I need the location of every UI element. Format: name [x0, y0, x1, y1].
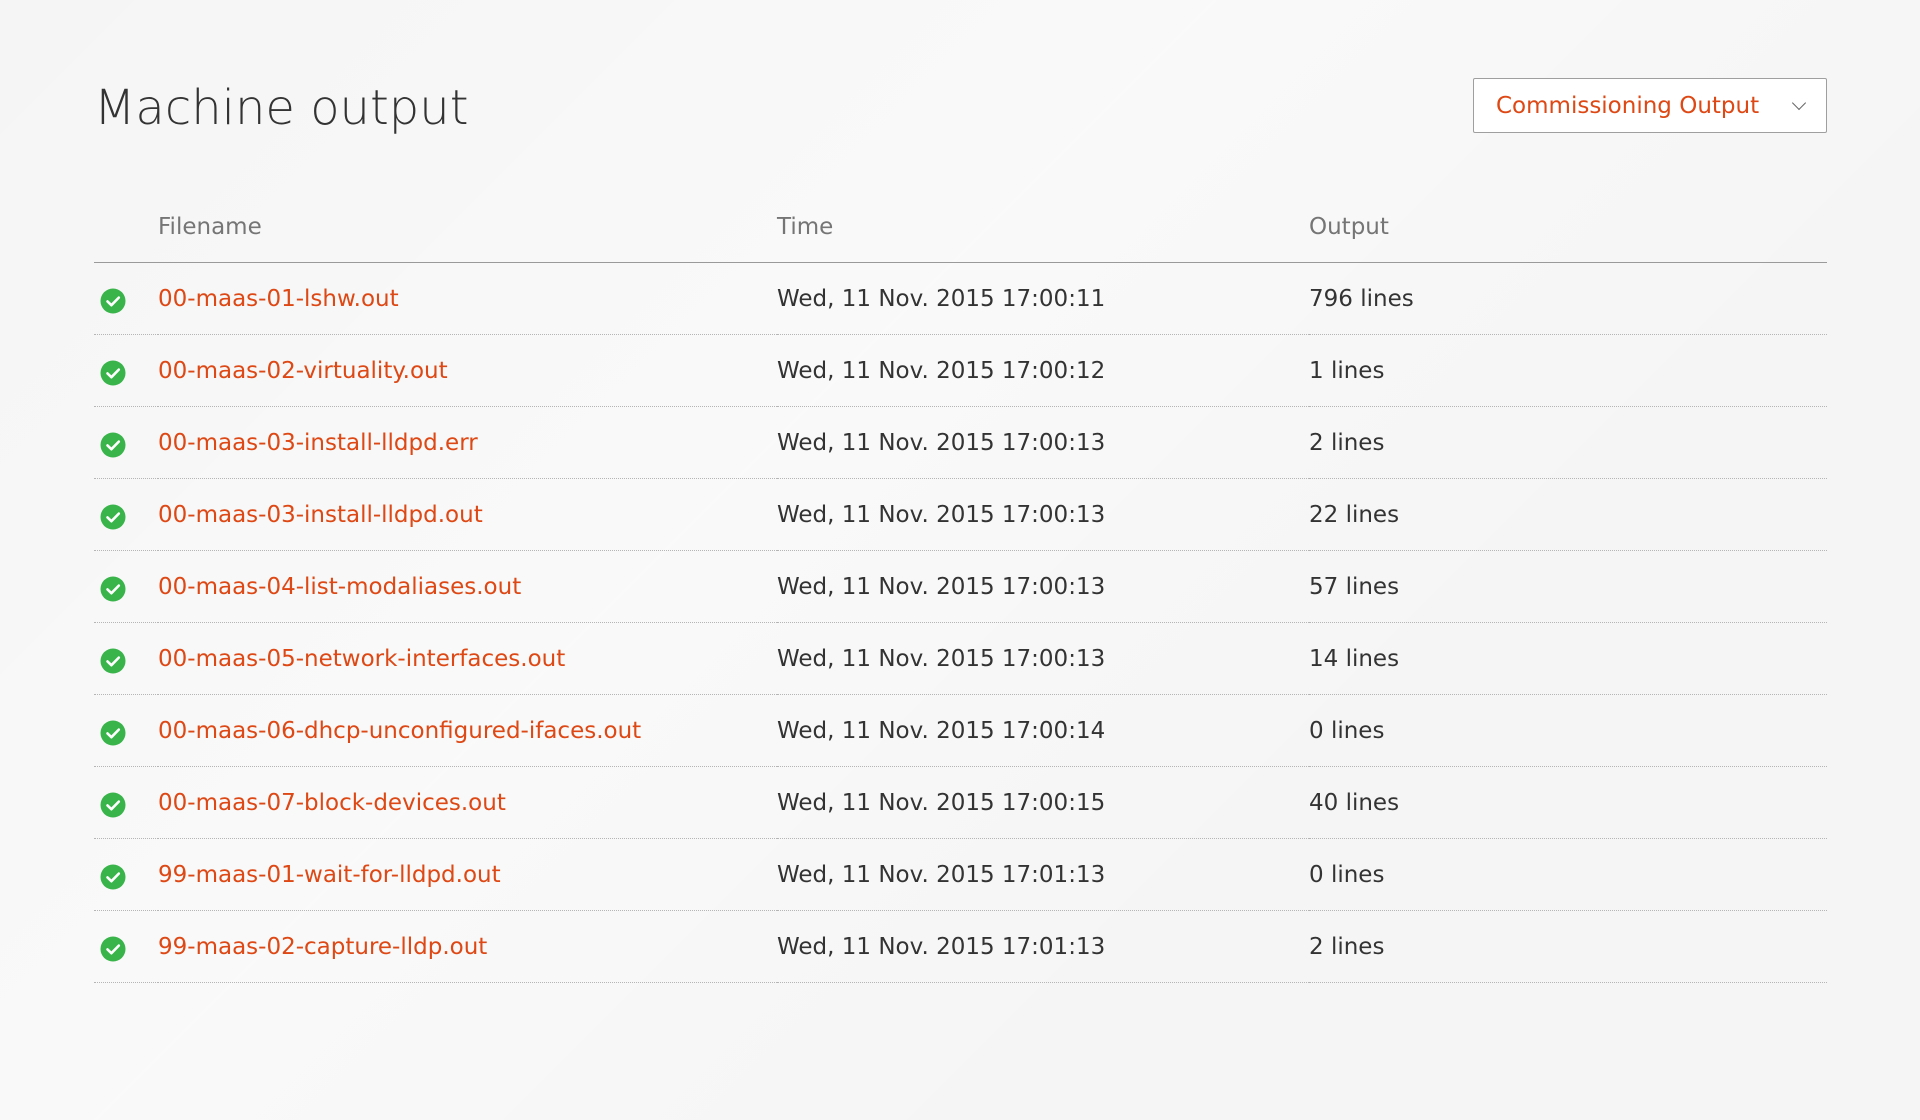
- table-row: 00-maas-01-lshw.out Wed, 11 Nov. 2015 17…: [94, 262, 1827, 335]
- status-cell: [94, 622, 158, 695]
- filename-link[interactable]: 00-maas-06-dhcp-unconfigured-ifaces.out: [158, 718, 641, 744]
- status-cell: [94, 838, 158, 911]
- filename-cell: 00-maas-04-list-modaliases.out: [158, 550, 777, 623]
- filename-cell: 00-maas-01-lshw.out: [158, 262, 777, 335]
- time-cell: Wed, 11 Nov. 2015 17:00:13: [777, 622, 1309, 695]
- machine-output-panel: Machine output Commissioning Output File…: [94, 0, 1827, 1120]
- output-cell: 0 lines: [1309, 838, 1827, 911]
- status-cell: [94, 694, 158, 767]
- filename-cell: 00-maas-03-install-lldpd.err: [158, 406, 777, 479]
- output-column-header: Output: [1309, 192, 1827, 263]
- filename-cell: 00-maas-02-virtuality.out: [158, 334, 777, 407]
- table-row: 99-maas-02-capture-lldp.out Wed, 11 Nov.…: [94, 910, 1827, 983]
- filename-link[interactable]: 00-maas-02-virtuality.out: [158, 358, 448, 384]
- table-row: 00-maas-03-install-lldpd.out Wed, 11 Nov…: [94, 478, 1827, 551]
- output-type-select-value: Commissioning Output: [1496, 92, 1760, 119]
- filename-cell: 00-maas-07-block-devices.out: [158, 766, 777, 839]
- filename-link[interactable]: 00-maas-03-install-lldpd.err: [158, 430, 478, 456]
- output-cell: 796 lines: [1309, 262, 1827, 335]
- output-cell: 40 lines: [1309, 766, 1827, 839]
- filename-column-header: Filename: [158, 192, 777, 263]
- time-cell: Wed, 11 Nov. 2015 17:00:11: [777, 262, 1309, 335]
- status-cell: [94, 550, 158, 623]
- time-cell: Wed, 11 Nov. 2015 17:00:15: [777, 766, 1309, 839]
- time-cell: Wed, 11 Nov. 2015 17:00:14: [777, 694, 1309, 767]
- status-column-header: [94, 192, 158, 263]
- time-cell: Wed, 11 Nov. 2015 17:00:12: [777, 334, 1309, 407]
- time-cell: Wed, 11 Nov. 2015 17:00:13: [777, 478, 1309, 551]
- table-row: 00-maas-06-dhcp-unconfigured-ifaces.out …: [94, 694, 1827, 767]
- check-circle-icon: [100, 288, 126, 313]
- table-body: 00-maas-01-lshw.out Wed, 11 Nov. 2015 17…: [94, 262, 1827, 983]
- status-cell: [94, 406, 158, 479]
- check-circle-icon: [100, 936, 126, 961]
- filename-link[interactable]: 00-maas-01-lshw.out: [158, 286, 399, 312]
- filename-link[interactable]: 99-maas-01-wait-for-lldpd.out: [158, 862, 501, 888]
- status-cell: [94, 766, 158, 839]
- filename-cell: 00-maas-05-network-interfaces.out: [158, 622, 777, 695]
- output-table: Filename Time Output 00-maas-01-lshw.out…: [94, 192, 1827, 983]
- output-cell: 57 lines: [1309, 550, 1827, 623]
- output-cell: 22 lines: [1309, 478, 1827, 551]
- filename-link[interactable]: 99-maas-02-capture-lldp.out: [158, 934, 487, 960]
- output-cell: 1 lines: [1309, 334, 1827, 407]
- table-row: 00-maas-07-block-devices.out Wed, 11 Nov…: [94, 766, 1827, 839]
- time-cell: Wed, 11 Nov. 2015 17:01:13: [777, 910, 1309, 983]
- filename-link[interactable]: 00-maas-03-install-lldpd.out: [158, 502, 483, 528]
- table-row: 00-maas-04-list-modaliases.out Wed, 11 N…: [94, 550, 1827, 623]
- check-circle-icon: [100, 360, 126, 385]
- filename-cell: 00-maas-06-dhcp-unconfigured-ifaces.out: [158, 694, 777, 767]
- check-circle-icon: [100, 720, 126, 745]
- status-cell: [94, 334, 158, 407]
- table-header-row: Filename Time Output: [94, 192, 1827, 263]
- time-cell: Wed, 11 Nov. 2015 17:00:13: [777, 550, 1309, 623]
- status-cell: [94, 910, 158, 983]
- check-circle-icon: [100, 648, 126, 673]
- table-row: 99-maas-01-wait-for-lldpd.out Wed, 11 No…: [94, 838, 1827, 911]
- output-cell: 2 lines: [1309, 910, 1827, 983]
- check-circle-icon: [100, 864, 126, 889]
- filename-link[interactable]: 00-maas-04-list-modaliases.out: [158, 574, 521, 600]
- table-row: 00-maas-05-network-interfaces.out Wed, 1…: [94, 622, 1827, 695]
- filename-cell: 99-maas-01-wait-for-lldpd.out: [158, 838, 777, 911]
- time-cell: Wed, 11 Nov. 2015 17:00:13: [777, 406, 1309, 479]
- status-cell: [94, 262, 158, 335]
- filename-cell: 00-maas-03-install-lldpd.out: [158, 478, 777, 551]
- filename-cell: 99-maas-02-capture-lldp.out: [158, 910, 777, 983]
- status-cell: [94, 478, 158, 551]
- filename-link[interactable]: 00-maas-07-block-devices.out: [158, 790, 506, 816]
- time-cell: Wed, 11 Nov. 2015 17:01:13: [777, 838, 1309, 911]
- filename-link[interactable]: 00-maas-05-network-interfaces.out: [158, 646, 565, 672]
- output-type-select[interactable]: Commissioning Output: [1473, 78, 1827, 133]
- check-circle-icon: [100, 504, 126, 529]
- chevron-down-icon: [1791, 95, 1807, 110]
- table-row: 00-maas-02-virtuality.out Wed, 11 Nov. 2…: [94, 334, 1827, 407]
- output-cell: 14 lines: [1309, 622, 1827, 695]
- check-circle-icon: [100, 432, 126, 457]
- table-row: 00-maas-03-install-lldpd.err Wed, 11 Nov…: [94, 406, 1827, 479]
- output-cell: 2 lines: [1309, 406, 1827, 479]
- page-title: Machine output: [94, 80, 469, 136]
- check-circle-icon: [100, 792, 126, 817]
- output-cell: 0 lines: [1309, 694, 1827, 767]
- check-circle-icon: [100, 576, 126, 601]
- time-column-header: Time: [777, 192, 1309, 263]
